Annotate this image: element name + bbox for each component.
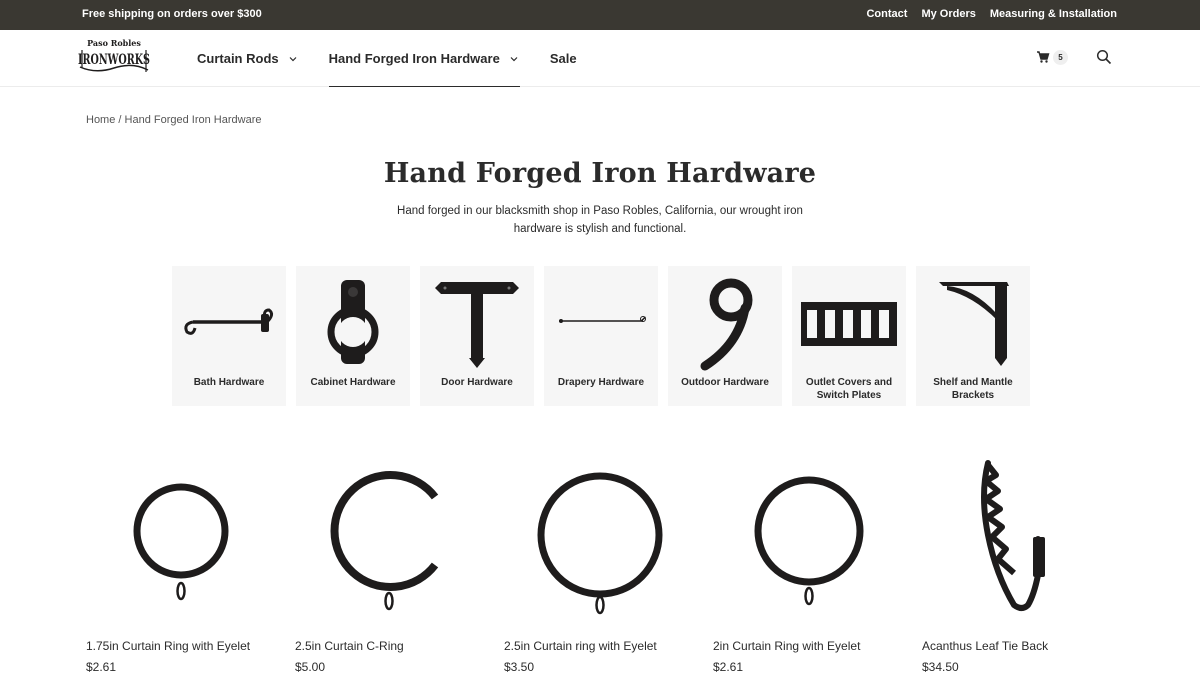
product-card[interactable]: 2.5in Curtain C-Ring $5.00: [295, 455, 504, 675]
main-nav: Curtain Rods Hand Forged Iron Hardware S…: [197, 30, 577, 87]
chevron-down-icon: [289, 56, 297, 61]
c-ring-icon: [330, 471, 439, 611]
category-label: Outlet Covers and Switch Plates: [805, 377, 893, 401]
drapery-rod-icon: [559, 316, 646, 323]
site-header: Paso Robles IRONWORKS Curtain Rods Hand …: [0, 30, 1200, 87]
search-icon[interactable]: [1096, 49, 1112, 65]
chevron-down-icon: [510, 56, 518, 61]
product-price: $2.61: [86, 660, 117, 674]
product-card[interactable]: 1.75in Curtain Ring with Eyelet $2.61: [86, 455, 295, 675]
category-door-hardware[interactable]: Door Hardware: [420, 266, 534, 406]
category-label: Drapery Hardware: [557, 377, 645, 388]
t-strap-hinge-icon: [435, 282, 519, 368]
shelf-bracket-icon: [939, 282, 1009, 366]
product-card[interactable]: 2.5in Curtain ring with Eyelet $3.50: [504, 455, 713, 675]
nav-hand-forged-label: Hand Forged Iron Hardware: [328, 51, 500, 66]
product-card[interactable]: Acanthus Leaf Tie Back $34.50: [922, 455, 1131, 675]
cart-icon: [1037, 51, 1050, 63]
cart-button[interactable]: 5: [1036, 48, 1072, 68]
product-name[interactable]: 2.5in Curtain C-Ring: [295, 639, 404, 653]
utility-links: Contact My Orders Measuring & Installati…: [866, 8, 1117, 20]
category-label: Shelf and Mantle Brackets: [933, 377, 1013, 401]
breadcrumb-separator: /: [118, 114, 122, 126]
free-shipping-promo: Free shipping on orders over $300: [82, 8, 262, 20]
house-number-icon: [700, 278, 753, 371]
towel-bar-icon: [184, 308, 274, 335]
category-drapery-hardware[interactable]: Drapery Hardware: [544, 266, 658, 406]
announcement-bar: Free shipping on orders over $300 Contac…: [0, 0, 1200, 30]
category-label: Outdoor Hardware: [681, 377, 769, 388]
category-label: Cabinet Hardware: [310, 377, 396, 388]
page-title: Hand Forged Iron Hardware: [383, 158, 817, 189]
switch-plate-icon: [801, 302, 897, 346]
contact-link[interactable]: Contact: [866, 8, 907, 20]
product-price: $2.61: [713, 660, 744, 674]
nav-curtain-rods-label: Curtain Rods: [197, 51, 279, 66]
category-bath-hardware[interactable]: Bath Hardware: [172, 266, 286, 406]
category-outdoor-hardware[interactable]: Outdoor Hardware: [668, 266, 782, 406]
breadcrumb: Home / Hand Forged Iron Hardware: [86, 114, 262, 126]
nav-curtain-rods[interactable]: Curtain Rods: [197, 30, 299, 87]
product-card[interactable]: 2in Curtain Ring with Eyelet $2.61: [713, 455, 922, 675]
curtain-ring-icon: [537, 472, 663, 615]
breadcrumb-current: Hand Forged Iron Hardware: [124, 114, 262, 126]
product-name[interactable]: 2in Curtain Ring with Eyelet: [713, 639, 860, 653]
category-outlet-covers[interactable]: Outlet Covers and Switch Plates: [792, 266, 906, 406]
nav-sale-label: Sale: [549, 51, 577, 66]
category-shelf-mantle-brackets[interactable]: Shelf and Mantle Brackets: [916, 266, 1030, 406]
product-price: $5.00: [295, 660, 326, 674]
product-grid: 1.75in Curtain Ring with Eyelet $2.61 2.…: [86, 455, 1131, 675]
ring-pull-icon: [327, 280, 379, 364]
product-name[interactable]: 2.5in Curtain ring with Eyelet: [504, 639, 657, 653]
svg-text:IRONWORKS: IRONWORKS: [78, 52, 150, 68]
measuring-installation-link[interactable]: Measuring & Installation: [990, 8, 1117, 20]
product-price: $3.50: [504, 660, 535, 674]
cart-count-badge: 5: [1053, 50, 1068, 65]
category-tiles: Bath Hardware Cabinet Hardware Door Hard…: [172, 266, 1030, 406]
curtain-ring-icon: [754, 476, 864, 606]
category-label: Door Hardware: [441, 377, 513, 388]
product-name[interactable]: Acanthus Leaf Tie Back: [922, 639, 1048, 653]
product-price: $34.50: [922, 660, 959, 674]
page-description: Hand forged in our blacksmith shop in Pa…: [397, 205, 803, 235]
nav-hand-forged-iron-hardware[interactable]: Hand Forged Iron Hardware: [328, 30, 521, 87]
svg-text:Paso Robles: Paso Robles: [87, 38, 141, 48]
site-logo[interactable]: Paso Robles IRONWORKS: [76, 38, 152, 78]
my-orders-link[interactable]: My Orders: [921, 8, 975, 20]
tie-back-icon: [981, 460, 1045, 611]
product-name[interactable]: 1.75in Curtain Ring with Eyelet: [86, 639, 250, 653]
curtain-ring-icon: [133, 483, 229, 601]
nav-sale[interactable]: Sale: [550, 30, 577, 87]
category-cabinet-hardware[interactable]: Cabinet Hardware: [296, 266, 410, 406]
category-label: Bath Hardware: [193, 377, 265, 388]
breadcrumb-home[interactable]: Home: [86, 114, 115, 126]
